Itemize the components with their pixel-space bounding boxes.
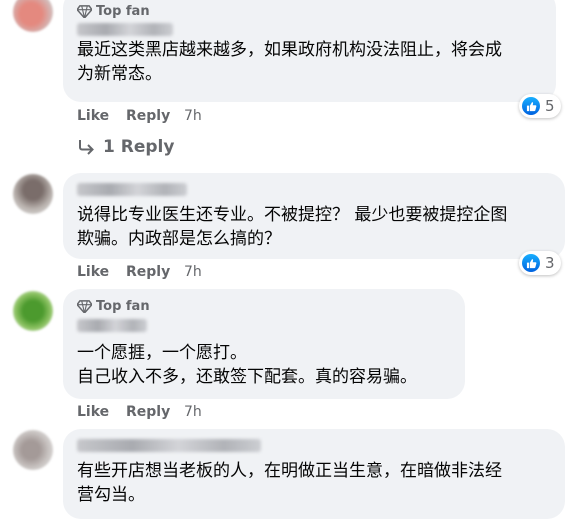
comment-bubble: 说得比专业医生还专业。不被提控？ 最少也要被提控企图 欺骗。内政部是怎么搞的？ [63,173,565,259]
commenter-name[interactable] [77,23,173,36]
comment-text: 一个愿捱，一个愿打。 自己收入不多，还敢签下配套。真的容易骗。 [77,343,417,387]
reactions-summary[interactable]: 5 [519,94,561,118]
like-button[interactable]: Like [77,108,126,124]
comment-actions: Like Reply 7h [77,264,202,280]
commenter-name[interactable] [77,439,261,452]
comment-actions: Like Reply 7h [77,108,202,124]
reply-arrow-icon [79,140,94,155]
reaction-count: 5 [545,97,555,115]
commenter-name[interactable] [77,183,187,196]
comment-bubble: Top fan 一个愿捱，一个愿打。 自己收入不多，还敢签下配套。真的容易骗。 [63,289,465,399]
comment-text: 最近这类黑店越来越多，如果政府机构没法阻止，将会成 为新常态。 [77,40,502,84]
comment-text: 有些开店想当老板的人，在明做正当生意，在暗做非法经 营勾当。 [77,461,502,505]
reply-button[interactable]: Reply [126,404,184,420]
commenter-name[interactable] [77,319,147,332]
reaction-count: 3 [545,254,555,272]
top-fan-diamond-icon [77,5,92,18]
replies-label: 1 Reply [103,137,175,157]
comment-bubble: 有些开店想当老板的人，在明做正当生意，在暗做非法经 营勾当。 [63,429,565,519]
like-button[interactable]: Like [77,404,126,420]
avatar[interactable] [13,174,53,214]
comment-text: 说得比专业医生还专业。不被提控？ 最少也要被提控企图 欺骗。内政部是怎么搞的？ [77,205,508,249]
timestamp[interactable]: 7h [184,264,202,280]
top-fan-badge: Top fan [77,299,150,314]
like-button[interactable]: Like [77,264,126,280]
top-fan-badge: Top fan [77,4,150,19]
top-fan-diamond-icon [77,300,92,313]
timestamp[interactable]: 7h [184,108,202,124]
reply-button[interactable]: Reply [126,108,184,124]
like-thumb-icon [522,254,540,272]
badge-label: Top fan [96,4,150,19]
view-replies-link[interactable]: 1 Reply [77,137,174,157]
badge-label: Top fan [96,299,150,314]
avatar[interactable] [13,0,53,32]
reactions-summary[interactable]: 3 [519,251,561,275]
avatar[interactable] [13,430,53,470]
reply-button[interactable]: Reply [126,264,184,280]
comment-actions: Like Reply 7h [77,404,202,420]
comment-bubble: Top fan 最近这类黑店越来越多，如果政府机构没法阻止，将会成 为新常态。 [63,0,556,102]
timestamp[interactable]: 7h [184,404,202,420]
like-thumb-icon [522,97,540,115]
avatar[interactable] [13,291,53,331]
